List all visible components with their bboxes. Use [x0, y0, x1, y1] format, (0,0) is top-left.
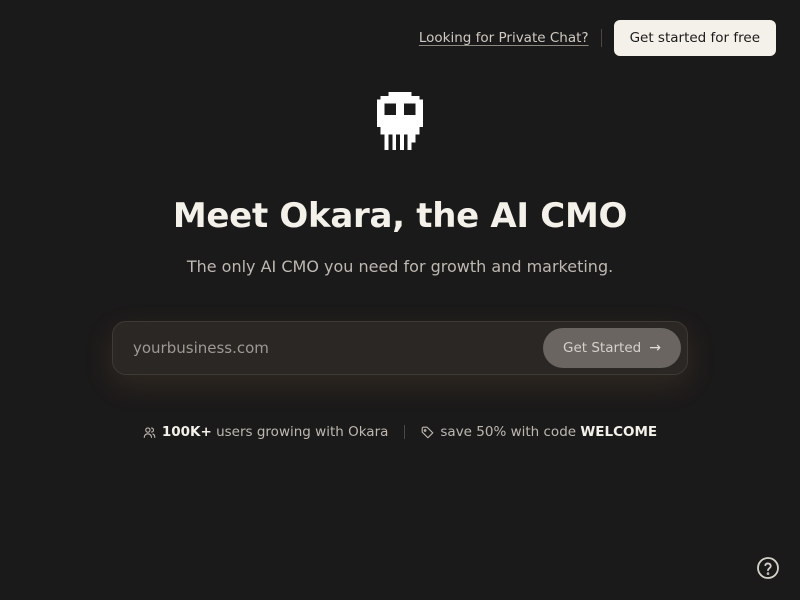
- page-title: Meet Okara, the AI CMO: [172, 196, 628, 236]
- nav-divider: [600, 29, 602, 47]
- help-button[interactable]: [756, 556, 780, 580]
- domain-input[interactable]: [113, 338, 543, 358]
- pixel-skull-logo-icon: [376, 92, 424, 150]
- users-icon: [143, 426, 156, 438]
- domain-form: Get Started →: [112, 321, 688, 375]
- promo-code: WELCOME: [580, 424, 658, 440]
- private-chat-link[interactable]: Looking for Private Chat?: [419, 30, 589, 46]
- page-subtitle: The only AI CMO you need for growth and …: [186, 257, 614, 276]
- tag-icon: [422, 426, 434, 438]
- landing-page: Looking for Private Chat? Get started fo…: [0, 0, 800, 600]
- get-started-button[interactable]: Get Started →: [543, 328, 681, 368]
- question-circle-icon: [757, 557, 779, 579]
- users-count: 100K+: [161, 424, 212, 440]
- top-nav: Looking for Private Chat? Get started fo…: [419, 20, 776, 56]
- promo-stat: save 50% with code WELCOME: [421, 424, 657, 440]
- users-text: users growing with Okara: [216, 424, 389, 440]
- stats-divider: [404, 425, 406, 439]
- promo-text: save 50% with code: [440, 424, 577, 440]
- arrow-right-icon: →: [649, 340, 661, 356]
- stats-bar: 100K+ users growing with Okara save 50% …: [0, 424, 800, 440]
- users-stat: 100K+ users growing with Okara: [143, 424, 389, 440]
- get-started-free-button[interactable]: Get started for free: [613, 20, 776, 56]
- get-started-label: Get Started: [563, 340, 642, 356]
